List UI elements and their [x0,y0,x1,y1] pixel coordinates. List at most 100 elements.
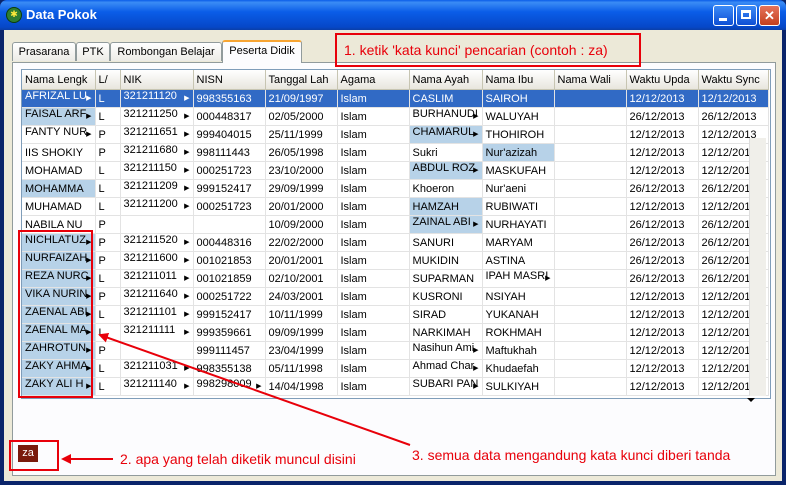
minimize-button[interactable] [713,5,734,26]
column-header[interactable]: Waktu Upda [626,70,699,90]
table-cell[interactable]: 20/01/2001 [265,251,338,270]
table-cell[interactable] [554,161,627,180]
table-cell[interactable]: L [95,377,121,396]
table-cell[interactable]: 05/11/1998 [265,359,338,378]
table-cell[interactable]: ▶ IPAH MASRI [482,269,555,288]
table-cell[interactable]: MOHAMAD [22,161,96,180]
table-cell[interactable]: L [95,359,121,378]
table-cell[interactable]: Sukri [409,143,483,162]
table-cell[interactable] [554,269,627,288]
table-cell[interactable]: ▶ AFRIZAL LU [22,89,96,108]
table-cell[interactable]: 12/12/2013 [626,125,699,144]
maximize-button[interactable] [736,5,757,26]
table-cell[interactable]: Islam [337,161,410,180]
table-cell[interactable]: 12/12/2013 [626,341,699,360]
table-cell[interactable]: ASTINA [482,251,555,270]
table-cell[interactable]: ▶ BURHANUDI [409,107,483,126]
table-cell[interactable]: P [95,251,121,270]
table-cell[interactable]: SANURI [409,233,483,252]
table-cell[interactable]: P [95,215,121,234]
table-cell[interactable]: Nur'aeni [482,179,555,198]
table-cell[interactable]: Islam [337,89,410,108]
table-cell[interactable]: ▶ FANTY NUR [22,125,96,144]
table-cell[interactable]: 26/12/2013 [626,269,699,288]
table-cell[interactable]: 998355138 [193,359,266,378]
table-cell[interactable]: ▶ ABDUL ROZ [409,161,483,180]
table-cell[interactable]: ▶ 998298009 [193,377,266,396]
table-cell[interactable]: 001021853 [193,251,266,270]
table-cell[interactable]: 999152417 [193,305,266,324]
table-cell[interactable]: 26/12/2013 [626,233,699,252]
table-cell[interactable]: Khudaefah [482,359,555,378]
table-row[interactable]: NABILA NU P 10/09/2000 Islam ▶ ZAINAL ABI NURH… [22,215,769,234]
table-cell[interactable]: L [95,107,121,126]
table-cell[interactable]: ▶ 321211140 [120,377,194,396]
table-cell[interactable]: L [95,269,121,288]
table-cell[interactable]: 000251723 [193,197,266,216]
table-cell[interactable]: THOHIROH [482,125,555,144]
table-cell[interactable]: Khoeron [409,179,483,198]
column-header[interactable]: Tanggal Lah [265,70,338,90]
table-cell[interactable]: P [95,341,121,360]
table-row[interactable]: ▶ NURFAIZAH P ▶ 321211600 001021853 20/01/2001… [22,251,769,270]
table-cell[interactable]: SAIROH [482,89,555,108]
table-cell[interactable]: MUHAMAD [22,197,96,216]
column-header[interactable]: Nama Ibu [482,70,555,90]
table-cell[interactable]: ▶ 321211600 [120,251,194,270]
table-cell[interactable] [193,215,266,234]
table-cell[interactable]: SULKIYAH [482,377,555,396]
table-cell[interactable]: MARYAM [482,233,555,252]
table-cell[interactable]: ▶ 321211250 [120,107,194,126]
table-cell[interactable]: Islam [337,377,410,396]
column-header[interactable]: L/ [95,70,121,90]
table-cell[interactable]: CASLIM [409,89,483,108]
table-cell[interactable]: Islam [337,359,410,378]
table-cell[interactable]: ▶ 321211520 [120,233,194,252]
table-cell[interactable] [554,251,627,270]
table-cell[interactable]: P [95,233,121,252]
table-cell[interactable]: 29/09/1999 [265,179,338,198]
column-header[interactable]: Waktu Sync [698,70,769,90]
table-cell[interactable]: ▶ 321211111 [120,323,194,342]
table-cell[interactable]: MOHAMMA [22,179,96,198]
table-cell[interactable]: 999111457 [193,341,266,360]
table-cell[interactable]: 26/12/2013 [698,107,769,126]
table-cell[interactable] [554,197,627,216]
table-cell[interactable]: 000251722 [193,287,266,306]
table-cell[interactable]: 12/12/2013 [626,89,699,108]
tab-ptk[interactable]: PTK [76,42,110,61]
table-cell[interactable]: Islam [337,233,410,252]
table-cell[interactable] [554,305,627,324]
table-cell[interactable] [554,89,627,108]
tab-prasarana[interactable]: Prasarana [12,42,76,61]
data-grid[interactable]: Nama Lengk L/NIK NISN Tanggal Lah Agama Nama … [21,69,771,399]
table-cell[interactable]: Islam [337,323,410,342]
table-cell[interactable]: 000448316 [193,233,266,252]
table-cell[interactable]: ▶ 321211640 [120,287,194,306]
table-cell[interactable] [554,341,627,360]
table-cell[interactable]: NURHAYATI [482,215,555,234]
table-cell[interactable]: 998111443 [193,143,266,162]
table-cell[interactable]: WALUYAH [482,107,555,126]
table-cell[interactable]: P [95,125,121,144]
table-cell[interactable]: Islam [337,287,410,306]
table-cell[interactable]: L [95,179,121,198]
column-header[interactable]: NISN [193,70,266,90]
table-cell[interactable]: Islam [337,143,410,162]
table-cell[interactable]: ▶ Ahmad Char [409,359,483,378]
table-cell[interactable]: Islam [337,341,410,360]
table-cell[interactable]: SIRAD [409,305,483,324]
table-row[interactable]: ▶ FANTY NUR P ▶ 321211651 999404015 25/11/1999… [22,125,769,144]
table-cell[interactable]: 20/01/2000 [265,197,338,216]
table-cell[interactable]: IIS SHOKIY [22,143,96,162]
table-cell[interactable] [554,179,627,198]
table-cell[interactable]: L [95,197,121,216]
table-cell[interactable]: 26/12/2013 [626,251,699,270]
table-row[interactable]: ▶ NICHLATUZ P ▶ 321211520 000448316 22/02/2000… [22,233,769,252]
table-cell[interactable]: ▶ 321211011 [120,269,194,288]
table-row[interactable]: IIS SHOKIY P ▶ 321211680 998111443 26/05/1998… [22,143,769,162]
table-cell[interactable]: P [95,287,121,306]
table-cell[interactable]: L [95,89,121,108]
table-cell[interactable]: ▶ 321211031 [120,359,194,378]
table-cell[interactable]: 23/10/2000 [265,161,338,180]
